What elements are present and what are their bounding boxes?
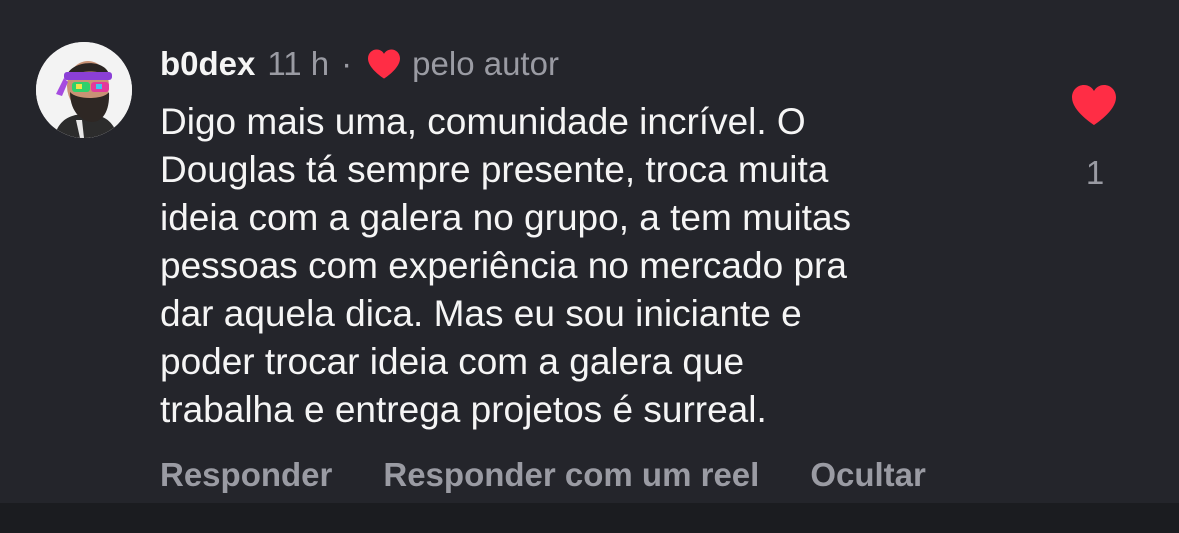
author-heart-shape bbox=[368, 49, 401, 79]
heart-icon bbox=[366, 48, 402, 80]
reply-with-reel-button[interactable]: Responder com um reel bbox=[383, 456, 759, 494]
separator-dot: · bbox=[341, 45, 353, 82]
comment-meta: b0dex 11 h · pelo autor bbox=[160, 44, 559, 84]
username[interactable]: b0dex bbox=[160, 45, 255, 83]
reply-button[interactable]: Responder bbox=[160, 456, 332, 494]
author-liked-label: pelo autor bbox=[412, 45, 559, 82]
hide-button[interactable]: Ocultar bbox=[810, 456, 926, 494]
timestamp: 11 h bbox=[267, 45, 330, 82]
like-button[interactable] bbox=[1068, 82, 1120, 128]
avatar-image bbox=[36, 42, 132, 138]
avatar[interactable] bbox=[36, 42, 132, 138]
bottom-band bbox=[0, 503, 1179, 533]
heart-icon bbox=[1072, 85, 1116, 125]
comment-actions: Responder Responder com um reel Ocultar bbox=[160, 456, 926, 494]
like-count: 1 bbox=[1085, 154, 1105, 191]
comment-text: Digo mais uma, comunidade incrível. O Do… bbox=[160, 101, 852, 430]
